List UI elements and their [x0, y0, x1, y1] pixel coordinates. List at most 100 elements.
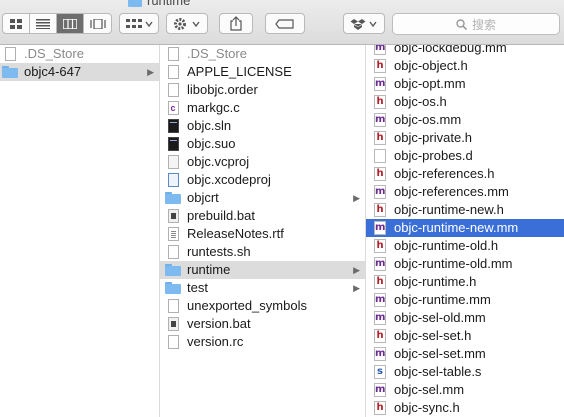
- objc-source-icon: m: [374, 383, 386, 397]
- file-row[interactable]: h objc-references.h: [366, 165, 564, 183]
- item-label: version.rc: [187, 334, 244, 349]
- objc-source-icon: m: [374, 293, 386, 307]
- file-row[interactable]: h objc-sel-set.h: [366, 327, 564, 345]
- item-label: objc4-647: [24, 64, 82, 79]
- folder-icon: [165, 262, 181, 278]
- folder-row[interactable]: runtime ▶: [160, 261, 365, 279]
- file-row[interactable]: unexported_symbols: [160, 297, 365, 315]
- file-row[interactable]: prebuild.bat: [160, 207, 365, 225]
- header-file-icon: h: [372, 94, 388, 110]
- folder-icon: [165, 280, 181, 296]
- dropbox-icon: [350, 18, 377, 30]
- file-row[interactable]: version.rc: [160, 333, 365, 351]
- folder-row[interactable]: objcrt ▶: [160, 189, 365, 207]
- file-icon: [2, 46, 18, 62]
- gear-icon: [174, 17, 200, 30]
- file-row[interactable]: libobjc.order: [160, 81, 365, 99]
- file-row[interactable]: objc.suo: [160, 135, 365, 153]
- file-row[interactable]: h objc-runtime-new.h: [366, 201, 564, 219]
- share-button[interactable]: [219, 13, 253, 34]
- item-label: objc-sel-old.mm: [394, 310, 486, 325]
- file-row[interactable]: .DS_Store: [160, 45, 365, 63]
- folder-row[interactable]: objc4-647 ▶: [0, 63, 159, 81]
- cover-flow-view-button[interactable]: [84, 14, 111, 33]
- disclosure-arrow-icon: ▶: [353, 193, 360, 203]
- file-row[interactable]: h objc-runtime-old.h: [366, 237, 564, 255]
- objc-source-icon: m: [374, 347, 386, 361]
- item-label: runtests.sh: [187, 244, 251, 259]
- list-view-icon: [36, 18, 51, 29]
- arrange-button[interactable]: [119, 13, 159, 34]
- item-label: objc-sel-table.s: [394, 364, 482, 379]
- objc-source-icon: m: [372, 45, 388, 56]
- file-row[interactable]: m objc-runtime-old.mm: [366, 255, 564, 273]
- grid-arrange-icon: [126, 18, 153, 28]
- xcodeproj-icon: [165, 172, 181, 188]
- dtrace-file-icon: [372, 148, 388, 164]
- file-row[interactable]: objc.sln: [160, 117, 365, 135]
- file-row[interactable]: ReleaseNotes.rtf: [160, 225, 365, 243]
- action-button[interactable]: [166, 13, 208, 34]
- icon-view-icon: [10, 18, 22, 29]
- header-file-icon: h: [372, 400, 388, 416]
- tag-button[interactable]: [265, 13, 305, 34]
- file-row[interactable]: objc-probes.d: [366, 147, 564, 165]
- file-row[interactable]: runtests.sh: [160, 243, 365, 261]
- folder-row[interactable]: test ▶: [160, 279, 365, 297]
- item-label: objc-sync.h: [394, 400, 460, 415]
- item-label: objc-references.mm: [394, 184, 509, 199]
- disclosure-arrow-icon: ▶: [353, 265, 360, 275]
- file-row[interactable]: APPLE_LICENSE: [160, 63, 365, 81]
- item-label: objc-probes.d: [394, 148, 473, 163]
- window-title: runtime: [128, 0, 190, 8]
- item-label: objc-sel.mm: [394, 382, 465, 397]
- file-row[interactable]: m objc-runtime.mm: [366, 291, 564, 309]
- item-label: objc-runtime-new.mm: [394, 220, 519, 235]
- header-file-icon: h: [372, 274, 388, 290]
- column-3[interactable]: m objc-lockdebug.mm h objc-object.h m objc-op…: [366, 45, 564, 417]
- item-label: objc-sel-set.h: [394, 328, 472, 343]
- file-row[interactable]: c markgc.c: [160, 99, 365, 117]
- file-icon: [165, 298, 181, 314]
- file-row[interactable]: m objc-opt.mm: [366, 75, 564, 93]
- column-view-button[interactable]: [57, 14, 85, 33]
- item-label: objc-os.mm: [394, 112, 462, 127]
- item-label: objc-runtime-old.h: [394, 238, 499, 253]
- item-label: objc-runtime-old.mm: [394, 256, 513, 271]
- file-row[interactable]: m objc-lockdebug.mm: [366, 45, 564, 57]
- column-2[interactable]: .DS_Store APPLE_LICENSE libobjc.order c mark…: [160, 45, 366, 417]
- file-row[interactable]: h objc-sync.h: [366, 399, 564, 417]
- objc-source-icon: m: [374, 311, 386, 325]
- file-row[interactable]: s objc-sel-table.s: [366, 363, 564, 381]
- file-row[interactable]: m objc-references.mm: [366, 183, 564, 201]
- file-row[interactable]: h objc-runtime.h: [366, 273, 564, 291]
- vcproj-file-icon: [165, 154, 181, 170]
- file-row[interactable]: objc.xcodeproj: [160, 171, 365, 189]
- objc-source-icon: m: [374, 257, 386, 271]
- item-label: objc-private.h: [394, 130, 473, 145]
- search-field[interactable]: 搜索: [392, 13, 560, 35]
- column-1[interactable]: .DS_Store objc4-647 ▶: [0, 45, 160, 417]
- file-row[interactable]: version.bat: [160, 315, 365, 333]
- file-row[interactable]: m objc-sel.mm: [366, 381, 564, 399]
- file-row[interactable]: h objc-object.h: [366, 57, 564, 75]
- header-file-icon: h: [372, 328, 388, 344]
- column-view-icon: [63, 18, 78, 29]
- item-label: markgc.c: [187, 100, 240, 115]
- rtf-document-icon: [165, 226, 181, 242]
- file-row[interactable]: h objc-private.h: [366, 129, 564, 147]
- file-row[interactable]: m objc-runtime-new.mm: [366, 219, 564, 237]
- disclosure-arrow-icon: ▶: [353, 283, 360, 293]
- file-row[interactable]: m objc-sel-old.mm: [366, 309, 564, 327]
- icon-view-button[interactable]: [3, 14, 31, 33]
- file-row[interactable]: m objc-os.mm: [366, 111, 564, 129]
- file-row[interactable]: h objc-os.h: [366, 93, 564, 111]
- item-label: ReleaseNotes.rtf: [187, 226, 284, 241]
- file-row[interactable]: m objc-sel-set.mm: [366, 345, 564, 363]
- folder-icon: [165, 190, 181, 206]
- file-row[interactable]: objc.vcproj: [160, 153, 365, 171]
- dropbox-button[interactable]: [343, 13, 385, 34]
- item-label: objc-sel-set.mm: [394, 346, 486, 361]
- list-view-button[interactable]: [30, 14, 58, 33]
- file-row[interactable]: .DS_Store: [0, 45, 159, 63]
